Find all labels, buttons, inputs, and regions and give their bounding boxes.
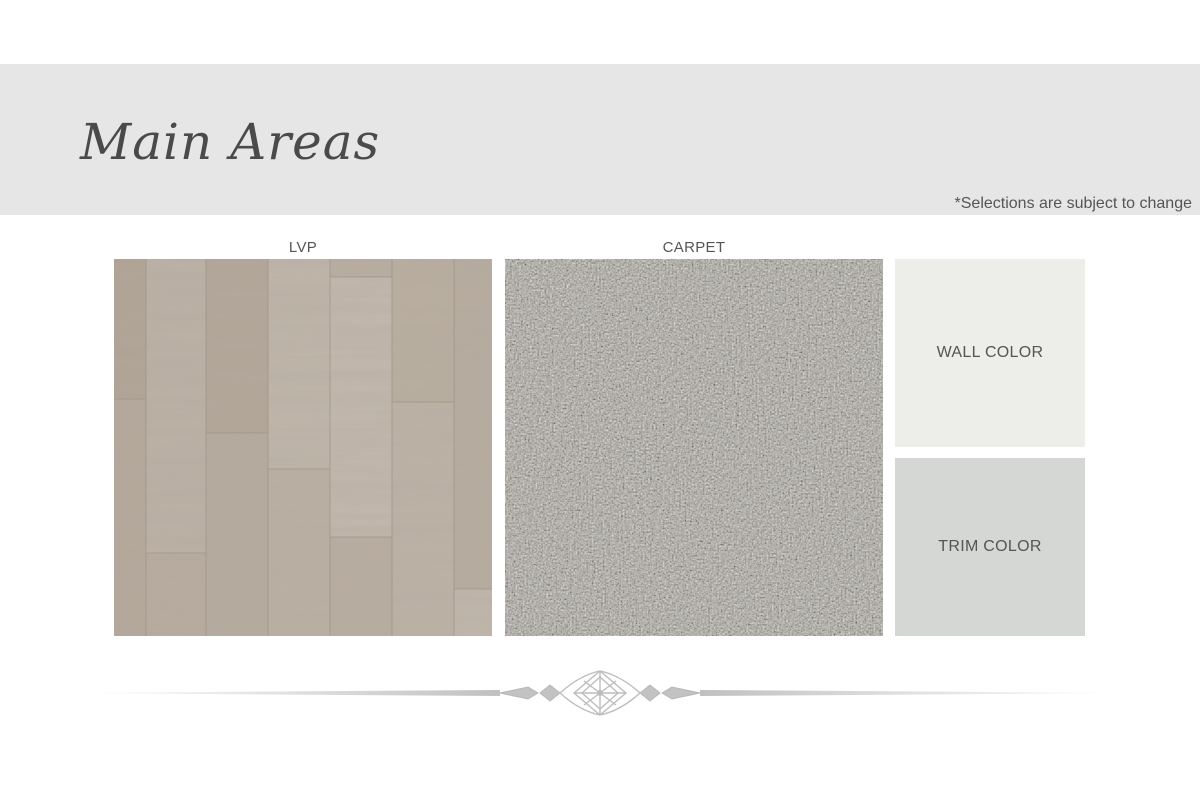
lvp-swatch-image [114, 259, 492, 636]
wall-color-swatch: WALL COLOR [895, 259, 1085, 447]
carpet-label: CARPET [662, 239, 726, 256]
disclaimer-note: *Selections are subject to change [954, 195, 1192, 212]
selection-board-page: Main Areas *Selections are subject to ch… [0, 0, 1200, 800]
trim-color-swatch: TRIM COLOR [895, 458, 1085, 636]
trim-color-label: TRIM COLOR [938, 538, 1042, 555]
wall-color-label: WALL COLOR [936, 344, 1044, 361]
ornamental-divider [60, 665, 1140, 721]
lvp-label: LVP [288, 239, 318, 256]
page-title: Main Areas [80, 113, 381, 171]
carpet-swatch-image [505, 259, 883, 636]
